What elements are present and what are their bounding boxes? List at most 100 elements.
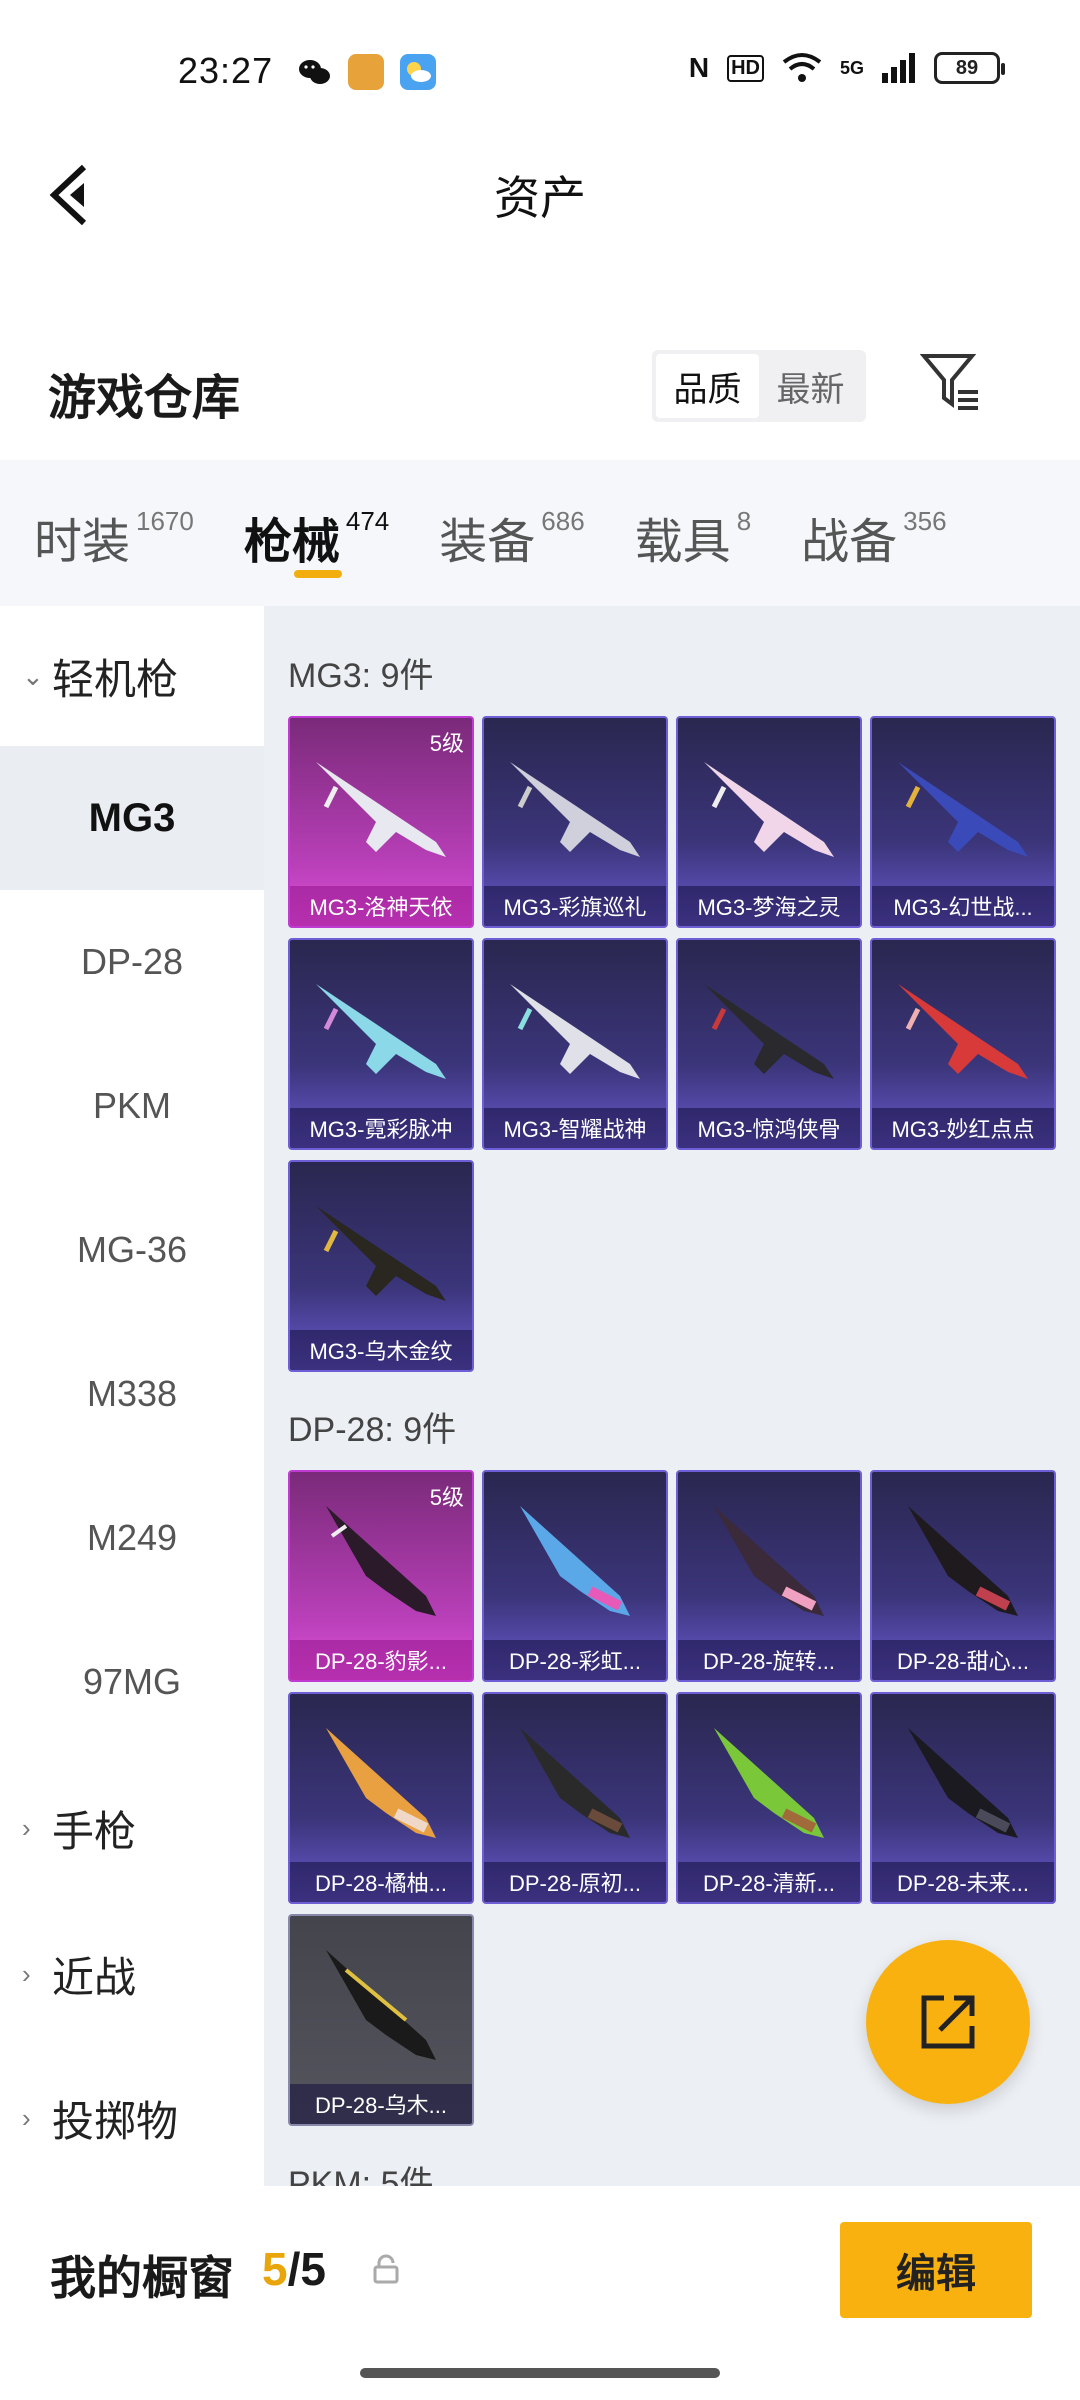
weapon-card[interactable]: DP-28-清新...: [676, 1692, 862, 1904]
weapon-card[interactable]: MG3-彩旗巡礼: [482, 716, 668, 928]
weapon-card-name: DP-28-乌木...: [290, 2084, 472, 2124]
weapon-card[interactable]: DP-28-乌木...: [288, 1914, 474, 2126]
sort-quality-option[interactable]: 品质: [656, 354, 759, 418]
weapon-card-name: DP-28-彩虹...: [484, 1640, 666, 1680]
hd-icon: HD: [727, 54, 764, 82]
share-button[interactable]: [866, 1940, 1030, 2104]
category-tabs: 时装 1670 枪械 474 装备 686 载具 8 战备 356: [0, 460, 1080, 606]
wifi-icon: [782, 53, 822, 82]
gun-skin-icon: [316, 1206, 446, 1301]
weapon-card-name: MG3-惊鸿侠骨: [678, 1108, 860, 1148]
weapon-card-name: DP-28-清新...: [678, 1862, 860, 1902]
gun-skin-icon: [714, 1506, 824, 1616]
sidebar-group-lmg[interactable]: ⌄ 轻机枪: [0, 606, 264, 746]
gun-skin-icon: [908, 1506, 1018, 1616]
tab-fashion[interactable]: 时装 1670: [34, 460, 194, 572]
weapon-card[interactable]: MG3-妙红点点: [870, 938, 1056, 1150]
filter-button[interactable]: [919, 350, 990, 422]
nfc-icon: N: [688, 52, 710, 83]
weapon-card[interactable]: DP-28-未来...: [870, 1692, 1056, 1904]
showcase-count: 5/5: [262, 2242, 326, 2296]
weapon-card-name: MG3-智耀战神: [484, 1108, 666, 1148]
weapon-card[interactable]: MG3-智耀战神: [482, 938, 668, 1150]
showcase-label: 我的橱窗: [50, 2252, 234, 2304]
weapon-card-name: DP-28-旋转...: [678, 1640, 860, 1680]
gun-skin-icon: [510, 762, 640, 857]
tab-count: 356: [903, 506, 947, 536]
sidebar-group-throwable[interactable]: › 投掷物: [0, 2046, 264, 2190]
battery-icon: 89: [934, 52, 1005, 84]
weapon-card[interactable]: MG3-梦海之灵: [676, 716, 862, 928]
sidebar-group-melee[interactable]: › 近战: [0, 1902, 264, 2046]
weapon-card-name: MG3-幻世战...: [872, 886, 1054, 926]
gun-skin-icon: [520, 1506, 630, 1616]
home-indicator[interactable]: [360, 2368, 720, 2378]
sidebar-group-label: 手枪: [52, 1807, 137, 1855]
edit-button[interactable]: 编辑: [840, 2222, 1032, 2318]
section-title-dp28: DP-28: 9件: [288, 1411, 457, 1449]
network-label: 5G: [839, 57, 864, 78]
sort-newest-option[interactable]: 最新: [759, 354, 862, 418]
status-right: N HD 5G 89: [688, 52, 1005, 84]
share-export-icon: [921, 1995, 975, 2049]
weapon-card-name: MG3-妙红点点: [872, 1108, 1054, 1148]
gun-skin-icon: [898, 762, 1028, 857]
tab-label: 装备: [439, 516, 536, 569]
weapon-card-name: MG3-洛神天依: [290, 886, 472, 926]
gun-skin-icon: [326, 1950, 436, 2060]
weapon-card[interactable]: DP-28-甜心...: [870, 1470, 1056, 1682]
weapon-card-name: MG3-乌木金纹: [290, 1330, 472, 1370]
weapon-card-name: MG3-梦海之灵: [678, 886, 860, 926]
gun-skin-icon: [510, 984, 640, 1079]
weapon-card[interactable]: MG3-霓彩脉冲: [288, 938, 474, 1150]
sidebar-item-m338[interactable]: M338: [0, 1322, 264, 1466]
weapon-card[interactable]: 5级 DP-28-豹影...: [288, 1470, 474, 1682]
gun-skin-icon: [714, 1728, 824, 1838]
filter-icon: [919, 354, 978, 410]
tab-vehicles[interactable]: 载具 8: [635, 460, 751, 572]
game-app-icon: [348, 54, 384, 90]
chevron-right-icon: ›: [22, 2102, 31, 2133]
weapon-type-sidebar: ⌄ 轻机枪 MG3 DP-28 PKM MG-36 M338 M249 97MG…: [0, 606, 264, 2190]
weapon-card-name: MG3-彩旗巡礼: [484, 886, 666, 926]
sidebar-item-m249[interactable]: M249: [0, 1466, 264, 1610]
tab-label: 枪械: [243, 516, 340, 569]
tab-supplies[interactable]: 战备 356: [801, 460, 946, 572]
weapon-card[interactable]: DP-28-橘柚...: [288, 1692, 474, 1904]
wechat-icon: [296, 54, 332, 90]
gun-skin-icon: [520, 1728, 630, 1838]
tab-label: 载具: [634, 516, 731, 569]
tab-equipment[interactable]: 装备 686: [439, 460, 584, 572]
sidebar-item-97mg[interactable]: 97MG: [0, 1610, 264, 1754]
chevron-down-icon: ⌄: [22, 660, 44, 691]
lock-icon: [373, 2254, 399, 2284]
weapon-card[interactable]: DP-28-原初...: [482, 1692, 668, 1904]
weapon-card[interactable]: MG3-幻世战...: [870, 716, 1056, 928]
page-title: 资产: [494, 172, 586, 224]
showcase-total: 5: [300, 2243, 326, 2295]
nav-bar: 资产: [0, 140, 1080, 250]
gun-skin-icon: [704, 762, 834, 857]
warehouse-header: 游戏仓库 品质 最新: [0, 330, 1080, 450]
sidebar-group-pistol[interactable]: › 手枪: [0, 1754, 264, 1902]
gun-skin-icon: [898, 984, 1028, 1079]
sidebar-item-pkm[interactable]: PKM: [0, 1034, 264, 1178]
tab-count: 686: [541, 506, 585, 536]
section-title-pkm: PKM: 5件: [288, 2165, 434, 2186]
tab-count: 8: [736, 506, 752, 536]
sidebar-group-label: 投掷物: [52, 2097, 179, 2145]
tab-guns[interactable]: 枪械 474: [243, 460, 389, 578]
weapon-card[interactable]: DP-28-彩虹...: [482, 1470, 668, 1682]
warehouse-title: 游戏仓库: [48, 372, 241, 425]
gun-skin-icon: [316, 762, 446, 857]
sidebar-group-label: 近战: [52, 1953, 137, 2001]
weapon-card[interactable]: DP-28-旋转...: [676, 1470, 862, 1682]
sidebar-item-dp28[interactable]: DP-28: [0, 890, 264, 1034]
sidebar-item-mg3[interactable]: MG3: [0, 746, 264, 890]
weapon-card[interactable]: MG3-乌木金纹: [288, 1160, 474, 1372]
gun-skin-icon: [326, 1728, 436, 1838]
gun-skin-icon: [326, 1506, 436, 1616]
weapon-card[interactable]: 5级 MG3-洛神天依: [288, 716, 474, 928]
sidebar-item-mg36[interactable]: MG-36: [0, 1178, 264, 1322]
weapon-card[interactable]: MG3-惊鸿侠骨: [676, 938, 862, 1150]
